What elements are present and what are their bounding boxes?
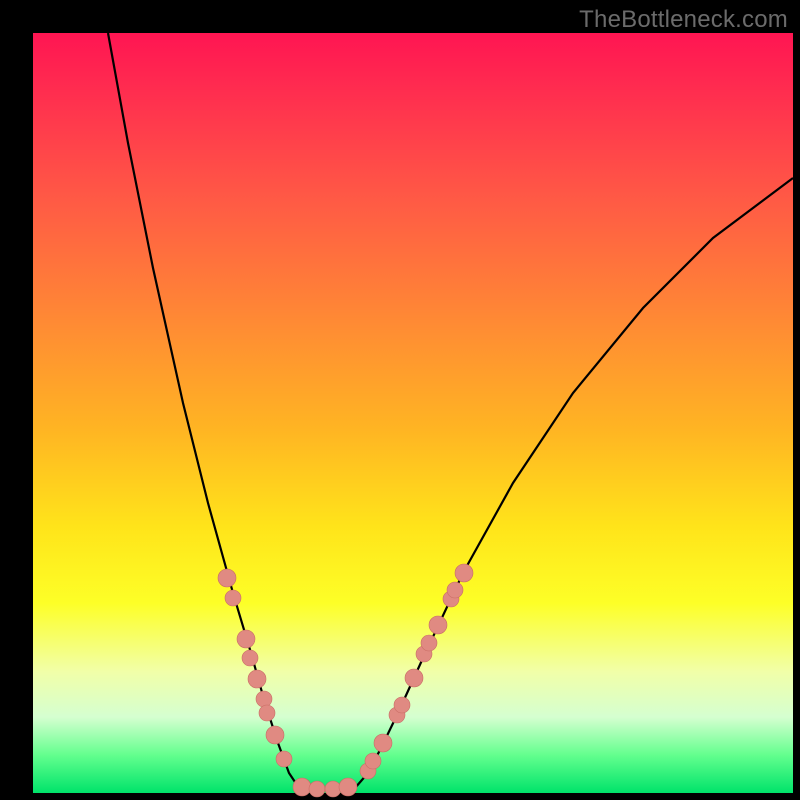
plot-area: [33, 33, 793, 793]
data-marker: [447, 582, 463, 598]
data-marker: [394, 697, 410, 713]
curve-left-branch: [108, 33, 299, 788]
data-marker: [374, 734, 392, 752]
data-marker: [421, 635, 437, 651]
data-marker: [218, 569, 236, 587]
data-marker: [455, 564, 473, 582]
data-marker: [339, 778, 357, 796]
data-marker: [365, 753, 381, 769]
data-marker: [405, 669, 423, 687]
data-marker: [259, 705, 275, 721]
data-marker: [293, 778, 311, 796]
data-marker: [242, 650, 258, 666]
data-marker: [325, 781, 341, 797]
data-marker: [256, 691, 272, 707]
chart-svg: [33, 33, 793, 793]
chart-frame: TheBottleneck.com: [0, 0, 800, 800]
data-marker: [237, 630, 255, 648]
data-marker: [309, 781, 325, 797]
data-marker: [266, 726, 284, 744]
data-marker: [248, 670, 266, 688]
curve-right-branch: [355, 178, 793, 788]
data-marker: [429, 616, 447, 634]
marker-group: [218, 564, 473, 797]
watermark-text: TheBottleneck.com: [579, 6, 788, 34]
data-marker: [276, 751, 292, 767]
data-marker: [225, 590, 241, 606]
